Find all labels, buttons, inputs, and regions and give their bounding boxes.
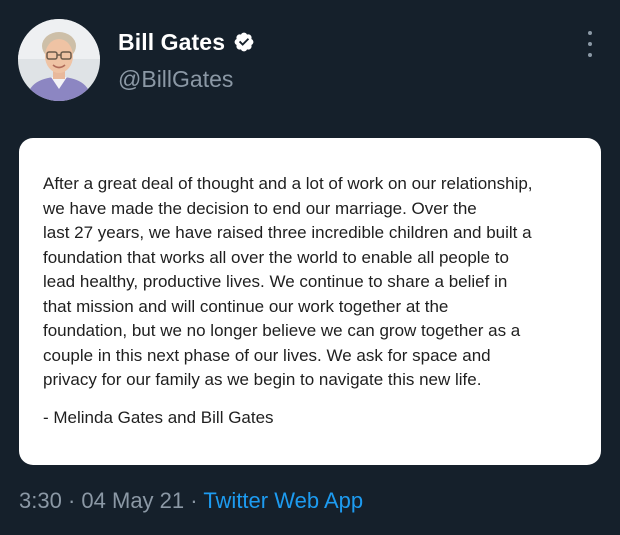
more-dot xyxy=(588,53,592,57)
more-dot xyxy=(588,42,592,46)
meta-separator: · xyxy=(67,488,76,513)
more-dot xyxy=(588,31,592,35)
tweet-source-link[interactable]: Twitter Web App xyxy=(203,488,363,513)
author-display-name[interactable]: Bill Gates xyxy=(118,29,225,56)
author-name-row[interactable]: Bill Gates xyxy=(118,27,255,57)
verified-badge-icon xyxy=(233,31,255,53)
tweet-image-card[interactable]: After a great deal of thought and a lot … xyxy=(19,138,601,465)
meta-separator: · xyxy=(190,488,198,513)
avatar-photo xyxy=(18,19,100,101)
avatar[interactable] xyxy=(18,19,100,101)
tweet-time[interactable]: 3:30 xyxy=(19,488,62,513)
tweet-date[interactable]: 04 May 21 xyxy=(81,488,184,513)
tweet-metadata: 3:30 · 04 May 21 · Twitter Web App xyxy=(19,488,363,514)
more-options-icon[interactable] xyxy=(578,31,602,57)
statement-text: After a great deal of thought and a lot … xyxy=(43,174,533,389)
author-handle[interactable]: @BillGates xyxy=(118,66,233,93)
statement-signature: - Melinda Gates and Bill Gates xyxy=(43,408,274,427)
